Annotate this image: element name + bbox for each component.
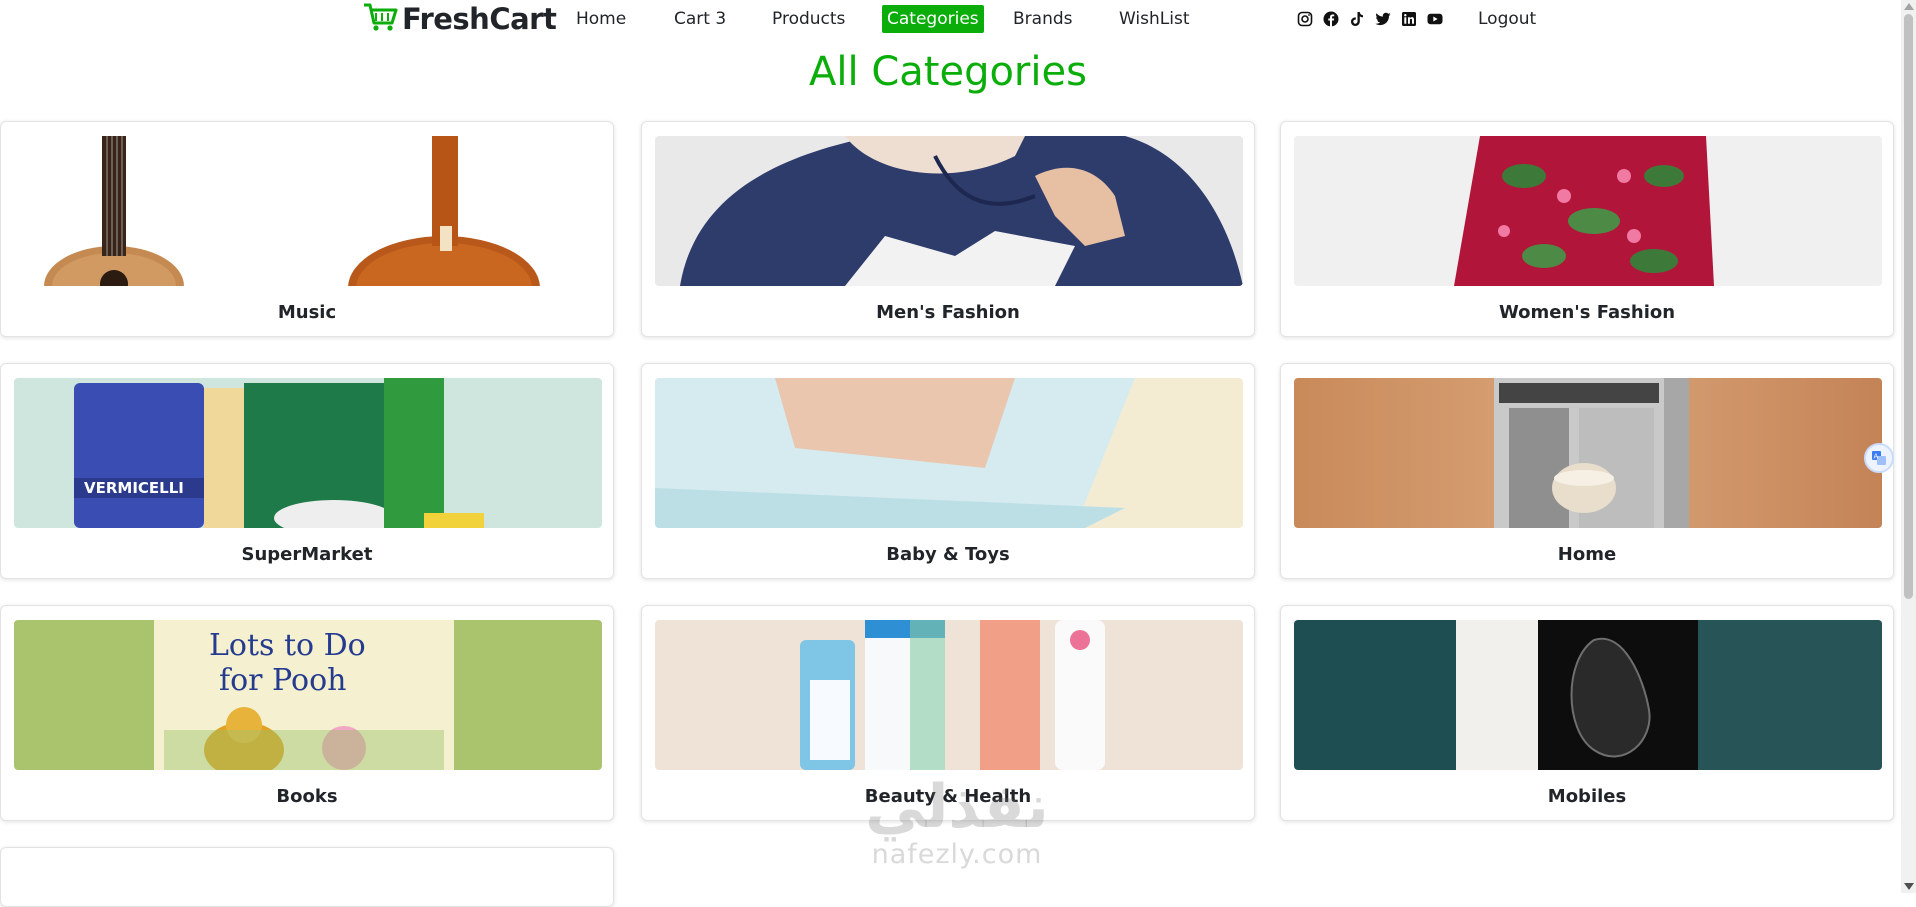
svg-text:A: A — [1874, 453, 1879, 461]
nav-products[interactable]: Products — [772, 9, 845, 29]
category-image — [1294, 620, 1882, 770]
scroll-up-icon[interactable] — [1904, 3, 1914, 10]
category-name: Men's Fashion — [876, 302, 1020, 323]
linkedin-icon[interactable] — [1400, 10, 1417, 27]
nav-wishlist[interactable]: WishList — [1119, 9, 1190, 29]
category-image — [1294, 136, 1882, 286]
category-card-womens-fashion[interactable]: Women's Fashion — [1280, 121, 1894, 337]
nav-categories[interactable]: Categories — [882, 5, 984, 33]
navbar: FreshCart Home Cart 3 Products Categorie… — [0, 0, 1900, 40]
twitter-icon[interactable] — [1374, 10, 1391, 27]
category-image — [14, 136, 602, 286]
facebook-icon[interactable] — [1322, 10, 1339, 27]
scroll-down-icon[interactable] — [1904, 883, 1914, 890]
category-name: Books — [276, 786, 338, 807]
page-scrollbar[interactable] — [1901, 0, 1916, 893]
cart-icon — [362, 1, 398, 37]
scroll-thumb[interactable] — [1904, 14, 1913, 599]
category-card-mens-fashion[interactable]: Men's Fashion — [641, 121, 1255, 337]
category-name: Music — [277, 302, 337, 323]
social-links — [1296, 10, 1443, 27]
book-title-line1: Lots to Do — [209, 628, 366, 663]
category-card-partial[interactable] — [0, 847, 614, 907]
category-image: VERMICELLI — [14, 378, 602, 528]
category-image — [655, 378, 1243, 528]
logout-link[interactable]: Logout — [1478, 9, 1536, 29]
category-card-books[interactable]: Lots to Do for Pooh Books — [0, 605, 614, 821]
category-card-mobiles[interactable]: Mobiles — [1280, 605, 1894, 821]
watermark-arabic: نفذلي — [865, 772, 1049, 842]
brand-logo[interactable]: FreshCart — [362, 1, 557, 37]
category-card-music[interactable]: Music — [0, 121, 614, 337]
nav-cart[interactable]: Cart 3 — [674, 9, 726, 29]
page-title: All Categories — [809, 49, 1087, 95]
category-card-supermarket[interactable]: VERMICELLI SuperMarket — [0, 363, 614, 579]
translate-icon[interactable]: A — [1864, 443, 1894, 473]
category-image: Lots to Do for Pooh — [14, 620, 602, 770]
brand-name: FreshCart — [402, 2, 557, 36]
category-name: Home — [1557, 544, 1617, 565]
category-name: Mobiles — [1547, 786, 1627, 807]
watermark: نفذلي nafezly.com — [852, 775, 1062, 870]
category-name: SuperMarket — [241, 544, 373, 565]
category-name: Women's Fashion — [1498, 302, 1676, 323]
category-name: Baby & Toys — [886, 544, 1010, 565]
instagram-icon[interactable] — [1296, 10, 1313, 27]
vermicelli-label: VERMICELLI — [84, 479, 184, 497]
category-image — [655, 136, 1243, 286]
category-card-baby-toys[interactable]: Baby & Toys — [641, 363, 1255, 579]
book-title-line2: for Pooh — [219, 663, 346, 698]
category-image — [655, 620, 1243, 770]
tiktok-icon[interactable] — [1348, 10, 1365, 27]
watermark-site: nafezly.com — [871, 839, 1043, 870]
nav-home[interactable]: Home — [576, 9, 626, 29]
category-card-home[interactable]: Home — [1280, 363, 1894, 579]
nav-brands[interactable]: Brands — [1013, 9, 1073, 29]
category-image — [1294, 378, 1882, 528]
youtube-icon[interactable] — [1426, 10, 1443, 27]
